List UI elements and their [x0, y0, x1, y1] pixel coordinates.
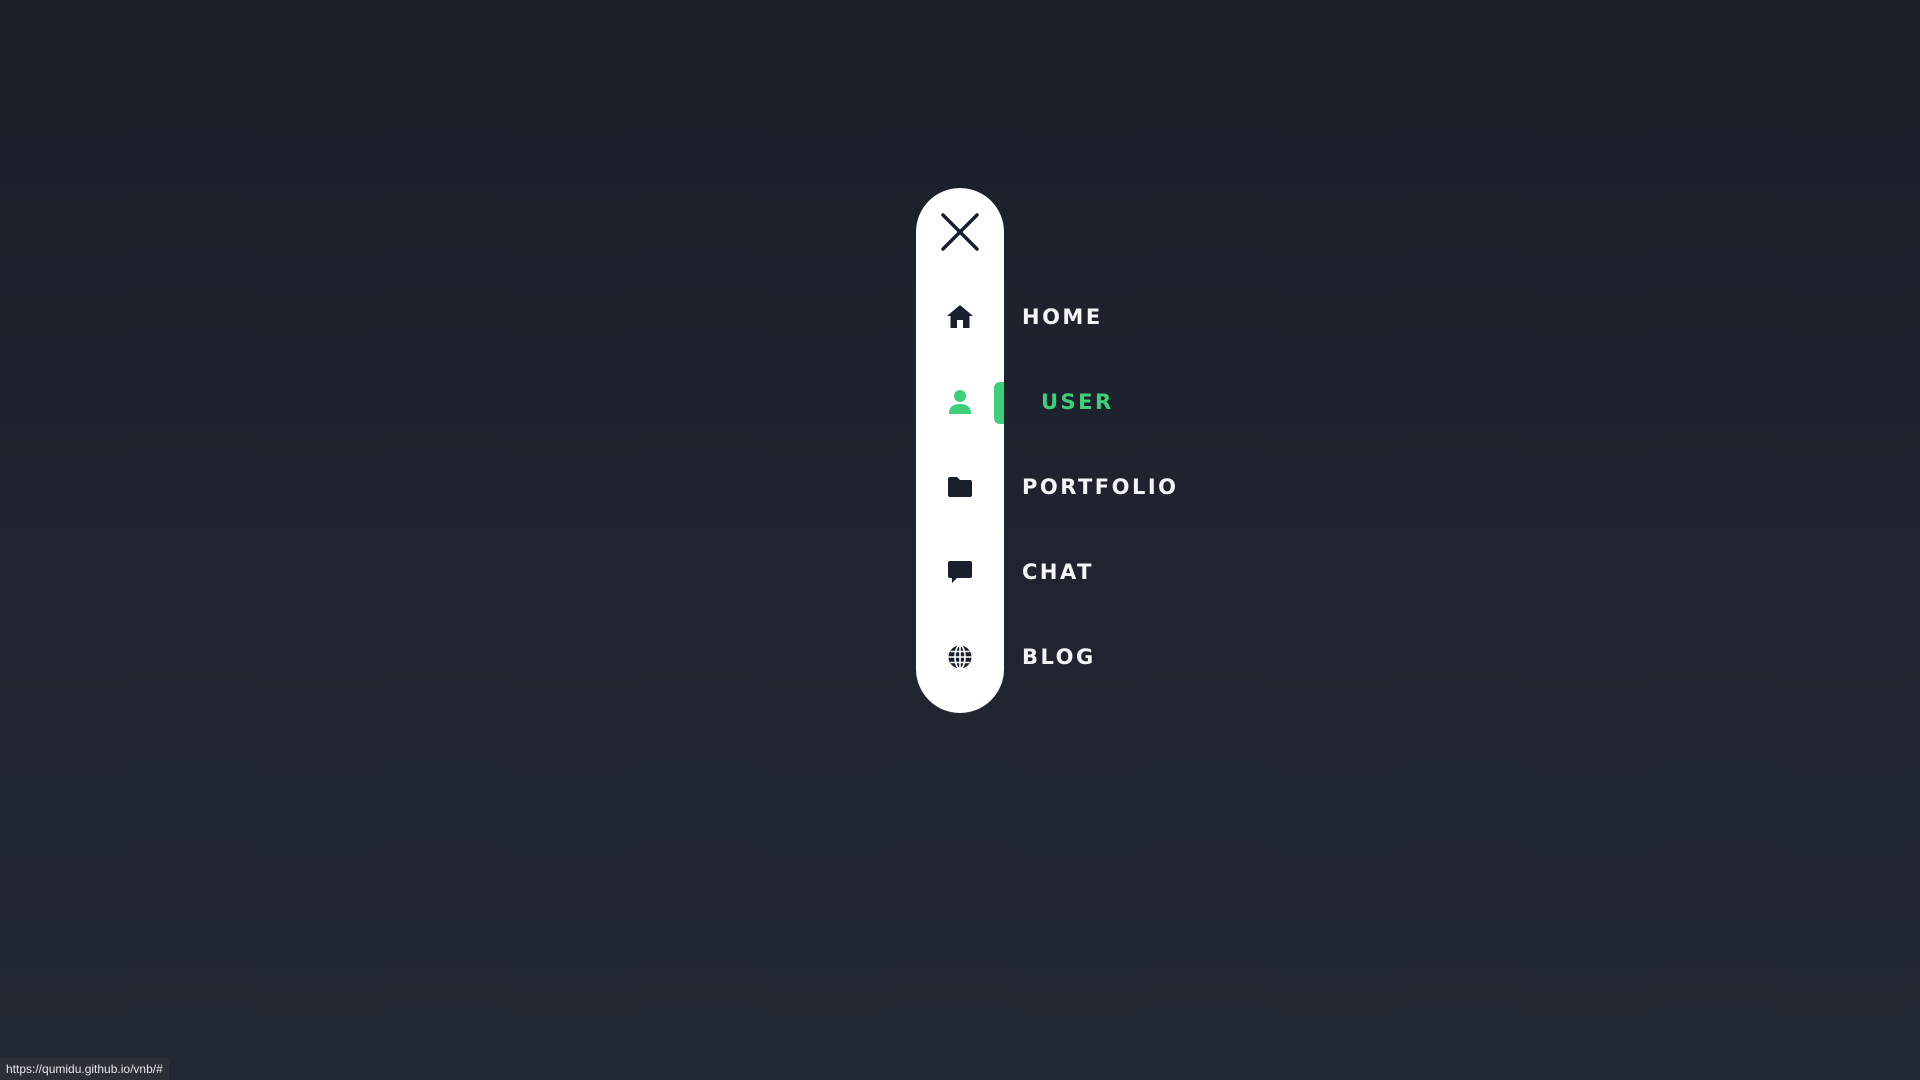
globe-icon	[948, 644, 972, 670]
nav-item-home[interactable]: HOME	[916, 287, 1216, 347]
nav-item-user[interactable]: USER	[916, 372, 1216, 432]
user-icon	[949, 390, 971, 414]
chat-icon	[948, 561, 972, 583]
nav-label-home: HOME	[1022, 305, 1103, 329]
folder-icon	[948, 477, 972, 497]
close-icon	[941, 213, 979, 251]
nav-item-blog[interactable]: BLOG	[916, 627, 1216, 687]
home-icon	[947, 305, 973, 328]
nav-label-user: USER	[1041, 390, 1114, 414]
close-button[interactable]	[930, 206, 990, 258]
nav-item-chat[interactable]: CHAT	[916, 542, 1216, 602]
nav-label-chat: CHAT	[1022, 560, 1094, 584]
status-bar-url: https://qumidu.github.io/vnb/#	[0, 1058, 169, 1080]
nav-label-blog: BLOG	[1022, 645, 1096, 669]
nav-item-portfolio[interactable]: PORTFOLIO	[916, 457, 1216, 517]
nav-label-portfolio: PORTFOLIO	[1022, 475, 1179, 499]
